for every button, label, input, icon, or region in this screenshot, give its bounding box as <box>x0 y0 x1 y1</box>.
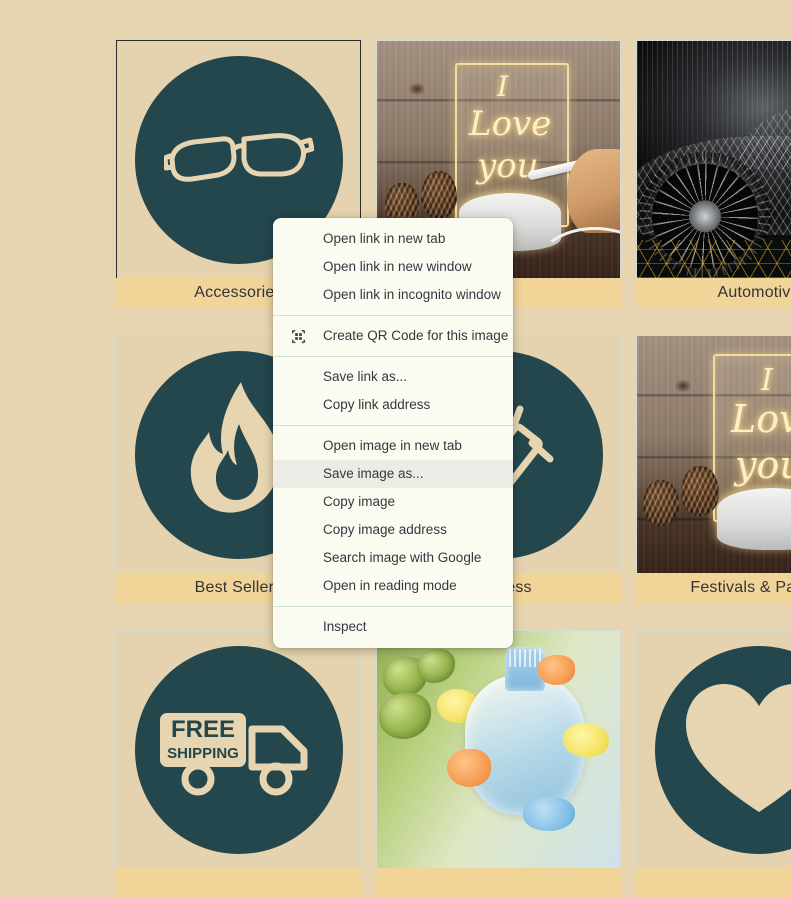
tile-label-heart <box>636 868 791 898</box>
menu-item-save-link-as[interactable]: Save link as... <box>273 363 513 391</box>
tile-label-automotive: Automotive <box>636 278 791 308</box>
menu-item-save-image-as[interactable]: Save image as... <box>273 460 513 488</box>
wood-knot <box>409 83 425 95</box>
menu-item-open-link-in-incognito-window[interactable]: Open link in incognito window <box>273 281 513 309</box>
menu-item-label: Create QR Code for this image <box>323 329 508 343</box>
led-text-line3: you <box>735 446 791 484</box>
tile-festivals-parties[interactable]: I Love you Festivals & Parties <box>636 335 791 603</box>
menu-item-label: Open image in new tab <box>323 439 462 453</box>
menu-separator <box>273 356 513 357</box>
menu-separator <box>273 315 513 316</box>
led-text-line2: Love <box>731 400 791 438</box>
led-note-photo: I Love you <box>637 336 791 573</box>
tile-baby-bottle[interactable] <box>376 630 621 898</box>
led-text-line1: I <box>497 73 508 101</box>
menu-item-copy-image-address[interactable]: Copy image address <box>273 516 513 544</box>
menu-item-label: Copy link address <box>323 398 430 412</box>
menu-item-label: Save image as... <box>323 467 424 481</box>
qr-code-icon <box>287 329 309 344</box>
tile-heart[interactable] <box>636 630 791 898</box>
menu-item-open-link-in-new-tab[interactable]: Open link in new tab <box>273 225 513 253</box>
menu-separator <box>273 606 513 607</box>
menu-item-label: Open link in incognito window <box>323 288 501 302</box>
free-shipping-truck-icon: FREE SHIPPING <box>135 646 343 854</box>
baby-bottle-photo <box>377 631 620 868</box>
hex-floor-grid <box>637 240 791 278</box>
led-base <box>717 488 791 550</box>
vegetable <box>379 693 431 739</box>
tile-art-automotive[interactable] <box>636 40 791 278</box>
led-text-line1: I <box>761 366 773 396</box>
menu-item-open-in-reading-mode[interactable]: Open in reading mode <box>273 572 513 600</box>
menu-item-open-link-in-new-window[interactable]: Open link in new window <box>273 253 513 281</box>
tile-art-festivals-parties[interactable]: I Love you <box>636 335 791 573</box>
menu-item-inspect[interactable]: Inspect <box>273 613 513 641</box>
tile-free-shipping[interactable]: FREE SHIPPING <box>116 630 361 898</box>
blue-accent <box>523 797 575 831</box>
menu-item-label: Copy image address <box>323 523 447 537</box>
pinecone <box>421 171 457 219</box>
menu-item-label: Search image with Google <box>323 551 481 565</box>
hand <box>567 149 621 233</box>
tile-art-baby-bottle[interactable] <box>376 630 621 868</box>
tile-art-heart[interactable] <box>636 630 791 868</box>
wireframe-car-photo <box>637 41 791 278</box>
tile-label-baby-bottle <box>376 868 621 898</box>
orange-accent <box>447 749 491 787</box>
menu-item-label: Save link as... <box>323 370 407 384</box>
tile-art-free-shipping[interactable]: FREE SHIPPING <box>116 630 361 868</box>
menu-item-label: Open link in new tab <box>323 232 445 246</box>
pinecone <box>643 480 679 526</box>
tile-automotive[interactable]: Automotive <box>636 40 791 308</box>
menu-separator <box>273 425 513 426</box>
menu-item-open-image-in-new-tab[interactable]: Open image in new tab <box>273 432 513 460</box>
menu-item-label: Open in reading mode <box>323 579 457 593</box>
tile-label-festivals-parties: Festivals & Parties <box>636 573 791 603</box>
menu-item-label: Open link in new window <box>323 260 472 274</box>
pinecone <box>681 466 719 516</box>
led-text-line2: Love <box>469 107 551 141</box>
menu-item-create-qr-code[interactable]: Create QR Code for this image <box>273 322 513 350</box>
menu-item-search-image-with-google[interactable]: Search image with Google <box>273 544 513 572</box>
browser-context-menu[interactable]: Open link in new tab Open link in new wi… <box>273 218 513 648</box>
heart-icon <box>655 646 791 854</box>
vegetable <box>417 649 455 683</box>
wood-knot <box>675 380 691 392</box>
menu-item-copy-image[interactable]: Copy image <box>273 488 513 516</box>
menu-item-label: Copy image <box>323 495 395 509</box>
svg-text:FREE: FREE <box>170 716 234 743</box>
yellow-accent <box>563 723 609 757</box>
svg-text:SHIPPING: SHIPPING <box>167 745 239 762</box>
menu-item-label: Inspect <box>323 620 367 634</box>
menu-item-copy-link-address[interactable]: Copy link address <box>273 391 513 419</box>
orange-accent <box>537 655 575 685</box>
tile-label-free-shipping <box>116 868 361 898</box>
